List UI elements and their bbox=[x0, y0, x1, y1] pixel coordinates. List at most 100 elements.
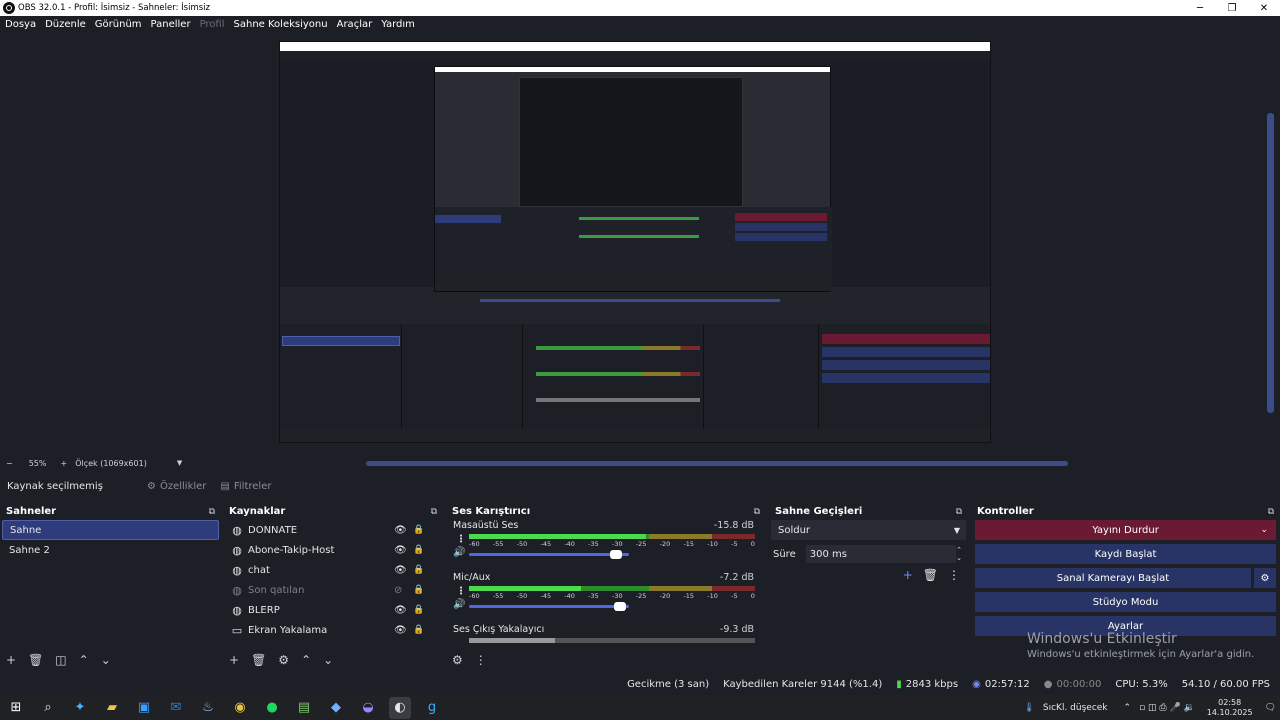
source-label: DONNATE bbox=[248, 524, 298, 536]
store-icon[interactable]: ▣ bbox=[133, 697, 155, 719]
chevron-up-icon[interactable]: ⌃ bbox=[301, 653, 311, 667]
source-item[interactable]: ◍ Son qatılan ⊘ 🔒 bbox=[228, 580, 443, 600]
eye-icon[interactable]: 👁 bbox=[394, 545, 407, 556]
filters-button[interactable]: ▤ Filtreler bbox=[220, 481, 271, 492]
kebab-menu-icon[interactable]: ⋮ bbox=[948, 568, 960, 582]
lock-icon[interactable]: 🔒 bbox=[413, 565, 424, 575]
spotify-icon[interactable]: ● bbox=[261, 697, 283, 719]
source-item[interactable]: ◍ Abone-Takip-Host 👁 🔒 bbox=[228, 540, 443, 560]
spin-arrows-icon[interactable]: ⌃ ⌄ bbox=[956, 546, 962, 562]
weather-text[interactable]: SıcKl. düşecek bbox=[1043, 703, 1108, 713]
properties-button[interactable]: ⚙ Özellikler bbox=[147, 481, 206, 492]
menu-view[interactable]: Görünüm bbox=[95, 19, 142, 30]
eye-icon[interactable]: 👁 bbox=[394, 565, 407, 576]
chevron-up-icon[interactable]: ⌃ bbox=[1124, 703, 1132, 713]
zoom-in-icon[interactable]: + bbox=[60, 459, 67, 468]
trash-icon[interactable]: 🗑 bbox=[251, 653, 266, 667]
gear-icon[interactable]: ⚙ bbox=[278, 653, 289, 667]
preview-vertical-scrollbar[interactable] bbox=[1267, 113, 1274, 413]
obs-icon[interactable]: ◐ bbox=[389, 696, 411, 719]
menu-tools[interactable]: Araçlar bbox=[337, 19, 373, 30]
source-item[interactable]: ◍ DONNATE 👁 🔒 bbox=[228, 520, 443, 540]
source-item[interactable]: ◍ BLERP 👁 🔒 bbox=[228, 600, 443, 620]
source-item[interactable]: ▭ Ekran Yakalama 👁 🔒 bbox=[228, 620, 443, 640]
menu-scene-collection[interactable]: Sahne Koleksiyonu bbox=[234, 19, 328, 30]
undock-icon[interactable]: ⧉ bbox=[431, 507, 437, 517]
preview-horizontal-scrollbar[interactable] bbox=[366, 461, 1068, 466]
kebab-menu-icon[interactable]: ⋮ bbox=[456, 586, 466, 597]
meter-tick: -10 bbox=[707, 592, 718, 600]
eye-icon[interactable]: 👁 bbox=[394, 525, 407, 536]
add-icon[interactable]: + bbox=[229, 653, 239, 667]
chevron-down-icon[interactable]: ⌄ bbox=[1260, 525, 1268, 535]
chevron-up-icon[interactable]: ⌃ bbox=[79, 653, 89, 667]
volume-knob[interactable] bbox=[609, 550, 622, 559]
undock-icon[interactable]: ⧉ bbox=[956, 507, 962, 517]
menu-help[interactable]: Yardım bbox=[381, 19, 415, 30]
preview-canvas[interactable] bbox=[279, 41, 991, 443]
clock[interactable]: 02:58 14.10.2025 bbox=[1203, 698, 1257, 718]
search-icon[interactable]: ⌕ bbox=[37, 697, 59, 719]
chevron-down-icon[interactable]: ⌄ bbox=[101, 653, 111, 667]
eye-icon[interactable]: 👁 bbox=[394, 605, 407, 616]
scene-item-sahne[interactable]: Sahne bbox=[2, 520, 219, 540]
undock-icon[interactable]: ⧉ bbox=[209, 507, 215, 517]
close-icon[interactable]: ✕ bbox=[1248, 0, 1280, 16]
source-item[interactable]: ◍ chat 👁 🔒 bbox=[228, 560, 443, 580]
undock-icon[interactable]: ⧉ bbox=[1268, 507, 1274, 517]
file-explorer-icon[interactable]: ▰ bbox=[101, 697, 123, 719]
speaker-icon[interactable]: 🔊 bbox=[453, 547, 465, 558]
notification-icon[interactable]: 🗨 bbox=[1265, 703, 1276, 713]
chevron-down-icon[interactable]: ▼ bbox=[177, 459, 182, 467]
chevron-down-icon[interactable]: ⌄ bbox=[323, 653, 333, 667]
preview-area[interactable] bbox=[0, 33, 1280, 457]
duration-input[interactable]: 300 ms bbox=[805, 545, 956, 563]
add-icon[interactable]: + bbox=[6, 653, 16, 667]
windows-start-icon[interactable]: ⊞ bbox=[5, 697, 27, 719]
scene-item-sahne-2[interactable]: Sahne 2 bbox=[2, 540, 219, 560]
transition-select[interactable]: Soldur ▼ bbox=[771, 520, 966, 540]
zoom-out-icon[interactable]: − bbox=[6, 459, 13, 468]
outlook-icon[interactable]: ✉ bbox=[165, 697, 187, 719]
eye-off-icon[interactable]: ⊘ bbox=[394, 585, 402, 596]
volume-knob[interactable] bbox=[614, 602, 627, 611]
trash-icon[interactable]: 🗑 bbox=[923, 568, 938, 582]
stop-streaming-button[interactable]: Yayını Durdur ⌄ bbox=[975, 520, 1276, 540]
filter-icon[interactable]: ◫ bbox=[55, 653, 66, 667]
lock-icon[interactable]: 🔒 bbox=[413, 585, 424, 595]
greenshot-icon[interactable]: g bbox=[421, 697, 443, 719]
lock-icon[interactable]: 🔒 bbox=[413, 545, 424, 555]
discord-icon[interactable]: ◒ bbox=[357, 697, 379, 719]
volume-slider[interactable] bbox=[469, 602, 629, 611]
obs-logo-icon bbox=[3, 2, 15, 14]
menu-profile[interactable]: Profil bbox=[200, 19, 225, 30]
menu-file[interactable]: Dosya bbox=[5, 19, 36, 30]
add-transition-icon[interactable]: + bbox=[903, 568, 913, 582]
kebab-menu-icon[interactable]: ⋮ bbox=[456, 534, 466, 545]
tray-icons[interactable]: ▫ ◫ ⎙ 🎤 🔉 bbox=[1139, 703, 1195, 713]
mixer-settings-icon[interactable]: ⚙ bbox=[452, 653, 463, 667]
minimize-icon[interactable]: ─ bbox=[1184, 0, 1216, 16]
trash-icon[interactable]: 🗑 bbox=[28, 653, 43, 667]
menu-docks[interactable]: Paneller bbox=[151, 19, 191, 30]
kebab-menu-icon[interactable]: ⋮ bbox=[475, 653, 487, 667]
app-icon[interactable]: ◆ bbox=[325, 697, 347, 719]
menu-edit[interactable]: Düzenle bbox=[45, 19, 86, 30]
start-recording-button[interactable]: Kaydı Başlat bbox=[975, 544, 1276, 564]
copilot-icon[interactable]: ✦ bbox=[69, 697, 91, 719]
virtual-camera-settings-button[interactable]: ⚙ bbox=[1254, 568, 1276, 588]
undock-icon[interactable]: ⧉ bbox=[754, 507, 760, 517]
eye-icon[interactable]: 👁 bbox=[394, 625, 407, 636]
volume-slider[interactable] bbox=[469, 550, 629, 559]
steam-icon[interactable]: ♨ bbox=[197, 697, 219, 719]
notepad-icon[interactable]: ▤ bbox=[293, 697, 315, 719]
chrome-icon[interactable]: ◉ bbox=[229, 697, 251, 719]
lock-icon[interactable]: 🔒 bbox=[413, 605, 424, 615]
lock-icon[interactable]: 🔒 bbox=[413, 625, 424, 635]
lock-icon[interactable]: 🔒 bbox=[413, 525, 424, 535]
source-label: Ekran Yakalama bbox=[248, 624, 328, 636]
start-virtual-camera-button[interactable]: Sanal Kamerayı Başlat bbox=[975, 568, 1251, 588]
studio-mode-button[interactable]: Stüdyo Modu bbox=[975, 592, 1276, 612]
restore-icon[interactable]: ❐ bbox=[1216, 0, 1248, 16]
speaker-icon[interactable]: 🔊 bbox=[453, 599, 465, 610]
